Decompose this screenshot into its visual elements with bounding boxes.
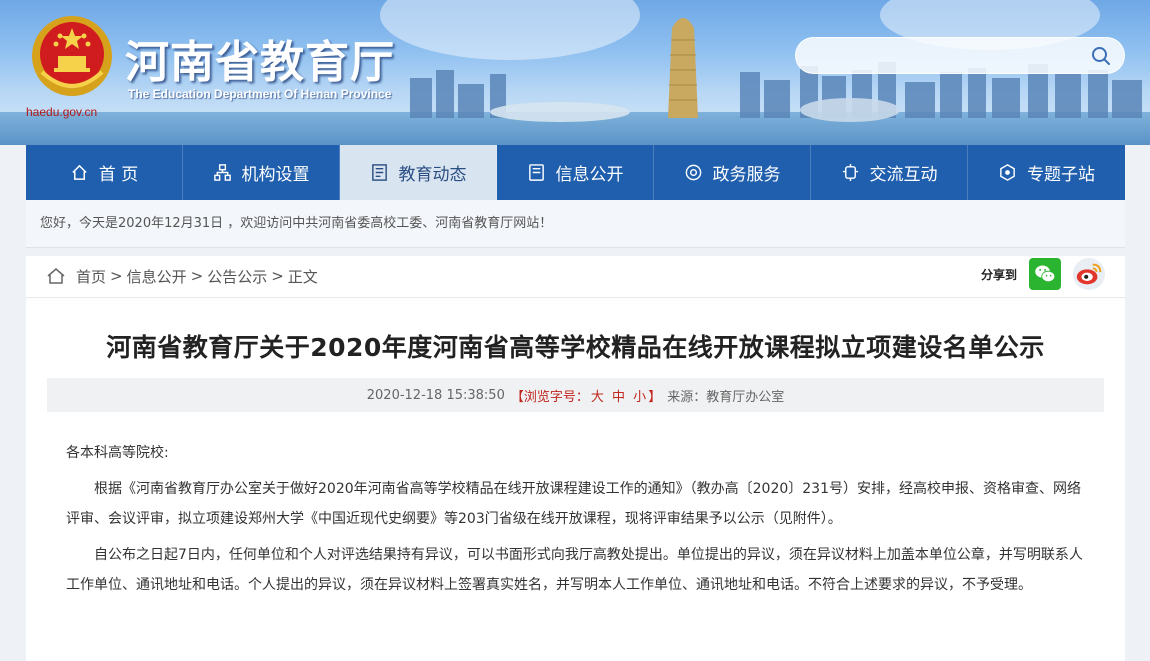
share-bar: 分享到 (981, 258, 1105, 290)
weibo-icon (1076, 263, 1102, 285)
main-nav: 首 页 机构设置 教育动态 信息公开 政务服务 交流互动 专题子站 (26, 145, 1125, 200)
interaction-icon (842, 163, 858, 182)
font-size-suffix: 】 (648, 389, 662, 405)
nav-item-info[interactable]: 信息公开 (497, 145, 654, 200)
article-body: 各本科高等院校: 根据《河南省教育厅办公室关于做好2020年河南省高等学校精品在… (66, 438, 1086, 606)
article-meta: 2020-12-18 15:38:50 【浏览字号：大 中 小】 来源：教育厅办… (47, 378, 1104, 412)
greeting-bar: 您好，今天是2020年12月31日 ，欢迎访问中共河南省委高校工委、河南省教育厅… (26, 200, 1125, 248)
nav-item-label: 首 页 (98, 165, 139, 185)
home-icon (72, 164, 87, 180)
national-emblem-icon (32, 16, 112, 96)
publish-date: 2020-12-18 15:38:50 (366, 387, 505, 403)
header-banner: haedu.gov.cn 河南省教育厅 The Education Depart… (0, 0, 1150, 145)
breadcrumb-separator: > (190, 267, 204, 285)
divider (26, 297, 1125, 298)
nav-item-label: 交流互动 (869, 165, 938, 185)
search-box (795, 37, 1125, 74)
share-label: 分享到 (980, 267, 1017, 282)
salutation: 各本科高等院校: (66, 445, 169, 461)
breadcrumb-separator: > (271, 267, 284, 285)
paragraph: 根据《河南省教育厅办公室关于做好2020年河南省高等学校精品在线开放课程建设工作… (66, 481, 1081, 527)
article-container: 首页 > 信息公开 > 公告公示 > 正文 分享到 河南省教育厅关于2020年度… (26, 256, 1125, 661)
service-icon (685, 164, 701, 181)
breadcrumb-info[interactable]: 信息公开 (127, 266, 187, 287)
breadcrumb: 首页 > 信息公开 > 公告公示 > 正文 (46, 264, 318, 288)
nav-item-label: 信息公开 (555, 165, 624, 185)
nav-item-news[interactable]: 教育动态 (340, 145, 497, 200)
paragraph: 自公布之日起7日内，任何单位和个人对评选结果持有异议，可以书面形式向我厅高教处提… (66, 547, 1083, 593)
breadcrumb-separator: > (110, 267, 123, 285)
font-size-medium-button[interactable]: 中 (610, 390, 627, 405)
org-icon (213, 164, 231, 181)
share-weibo-button[interactable] (1073, 258, 1105, 290)
document-icon (528, 164, 544, 181)
font-size-large-button[interactable]: 大 (589, 390, 606, 405)
nav-item-label: 政务服务 (712, 165, 781, 185)
nav-item-home[interactable]: 首 页 (26, 145, 183, 200)
nav-item-label: 机构设置 (241, 165, 310, 185)
site-subtitle: The Education Department Of Henan Provin… (128, 87, 392, 101)
search-icon[interactable] (1090, 45, 1112, 67)
font-size-control: 【浏览字号：大 中 小】 (511, 386, 661, 405)
nav-item-service[interactable]: 政务服务 (654, 145, 811, 200)
breadcrumb-home[interactable]: 首页 (76, 266, 106, 287)
nav-item-interaction[interactable]: 交流互动 (811, 145, 968, 200)
font-size-small-button[interactable]: 小 (631, 390, 648, 405)
breadcrumb-notice[interactable]: 公告公示 (207, 266, 267, 287)
nav-item-label: 教育动态 (398, 165, 467, 185)
home-icon (47, 268, 65, 284)
breadcrumb-current: 正文 (287, 267, 318, 286)
site-url[interactable]: haedu.gov.cn (26, 105, 97, 119)
search-input[interactable] (796, 38, 1076, 73)
article-title: 河南省教育厅关于2020年度河南省高等学校精品在线开放课程拟立项建设名单公示 (106, 333, 1045, 362)
font-size-prefix: 【浏览字号： (510, 389, 589, 405)
share-wechat-button[interactable] (1029, 258, 1061, 290)
topic-icon (1000, 164, 1015, 181)
article-source: 来源：教育厅办公室 (667, 389, 785, 405)
wechat-icon (1035, 265, 1056, 283)
news-icon (371, 164, 387, 181)
nav-item-label: 专题子站 (1027, 165, 1095, 185)
nav-item-topic[interactable]: 专题子站 (968, 145, 1125, 200)
site-title[interactable]: 河南省教育厅 (125, 26, 395, 90)
nav-item-org[interactable]: 机构设置 (183, 145, 340, 200)
